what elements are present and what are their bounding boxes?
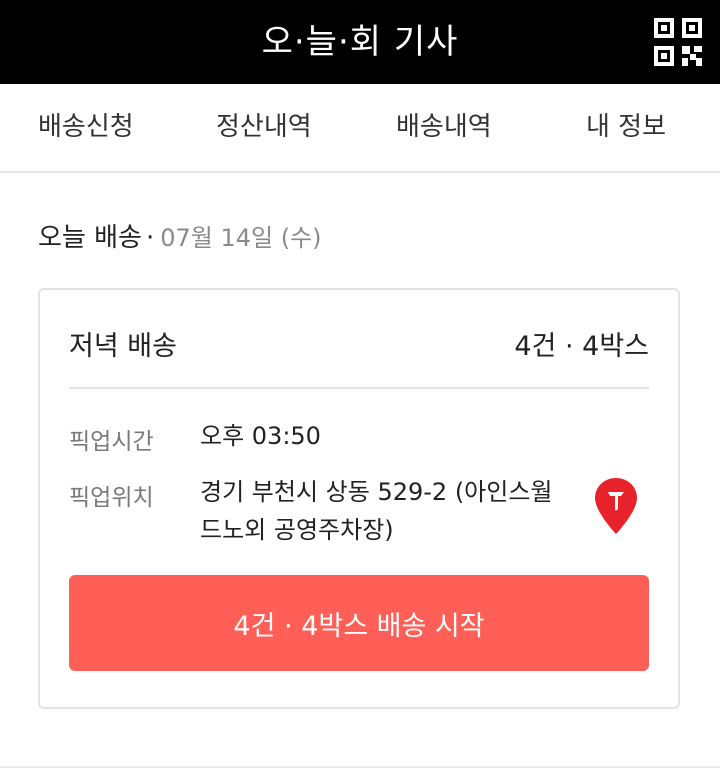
card-title: 저녁 배송 — [69, 331, 177, 362]
tab-my-info[interactable]: 내 정보 — [586, 84, 666, 171]
tab-settlement[interactable]: 정산내역 — [216, 84, 312, 171]
tab-delivery-request[interactable]: 배송신청 — [38, 84, 134, 171]
bottom-divider — [0, 766, 720, 768]
start-delivery-button[interactable]: 4건 · 4박스 배송 시작 — [69, 575, 649, 671]
delivery-card: 저녁 배송 4건 · 4박스 픽업시간 오후 03:50 픽업위치 경기 부천시… — [38, 288, 680, 709]
qr-code-icon[interactable] — [652, 16, 704, 68]
pickup-location-label: 픽업위치 — [69, 485, 154, 511]
pickup-location-value: 경기 부천시 상동 529-2 (아인스월드노외 공영주차장) — [200, 478, 553, 544]
pickup-time-label: 픽업시간 — [69, 429, 154, 455]
delivery-date: 07월 14일 (수) — [160, 224, 322, 252]
card-count: 4건 · 4박스 — [514, 331, 649, 362]
delivery-date-line: 오늘 배송 · 07월 14일 (수) — [38, 218, 322, 258]
app-title: 오·늘·회 기사 — [261, 22, 459, 62]
app-header: 오·늘·회 기사 — [0, 0, 720, 84]
pickup-time-value: 오후 03:50 — [200, 422, 321, 450]
today-delivery-label: 오늘 배송 — [38, 223, 142, 253]
tab-delivery-history[interactable]: 배송내역 — [396, 84, 492, 171]
map-pin-icon[interactable] — [580, 474, 652, 540]
nav-tabs: 배송신청 정산내역 배송내역 내 정보 — [0, 84, 720, 173]
date-separator: · — [145, 223, 155, 253]
card-divider — [69, 387, 649, 389]
